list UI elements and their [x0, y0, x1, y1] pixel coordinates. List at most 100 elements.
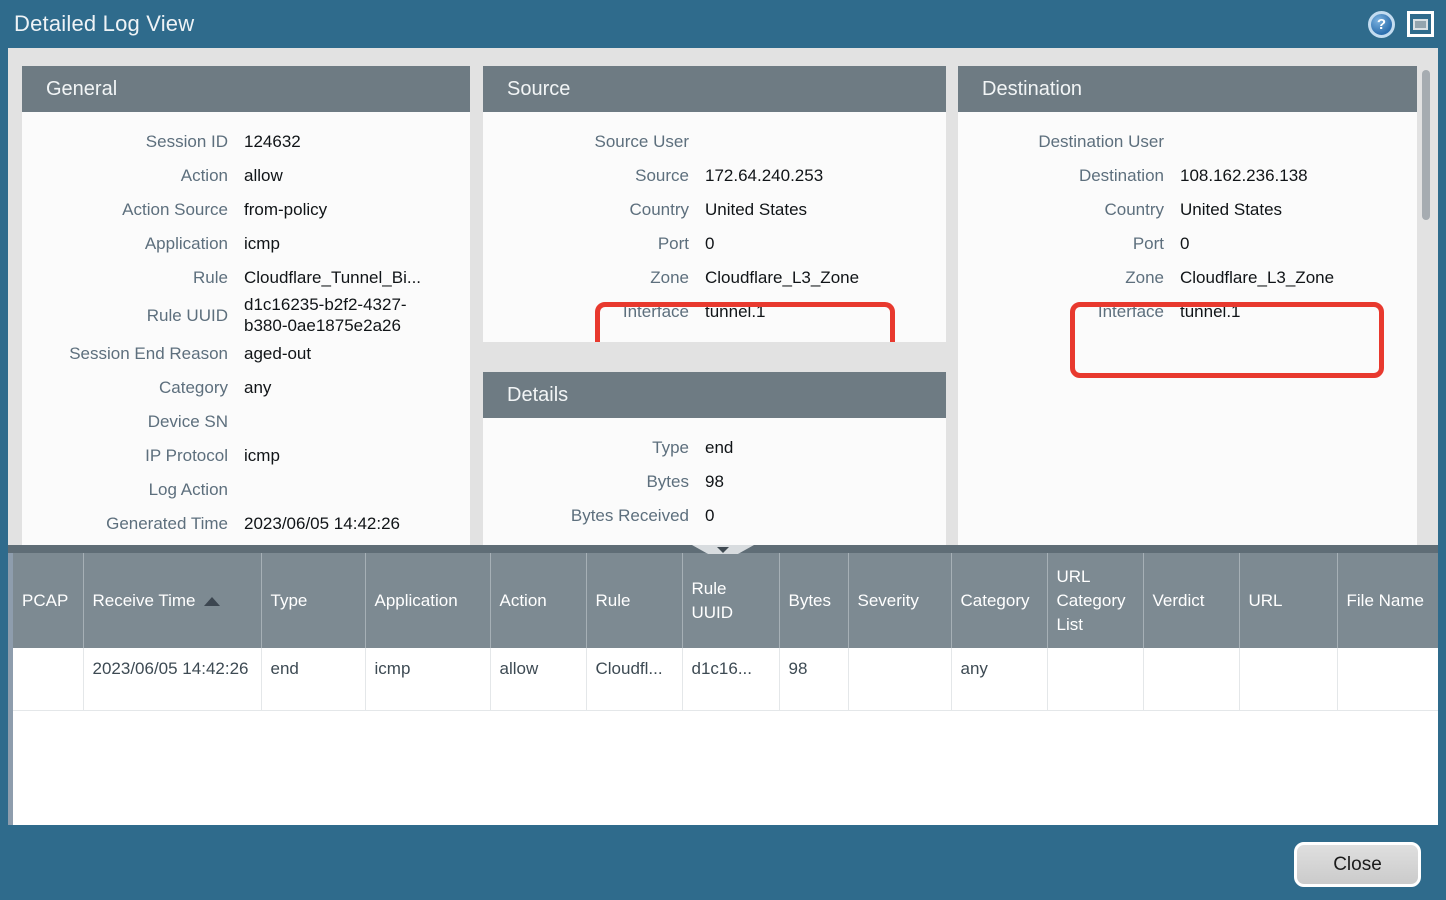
- panel-table-splitter[interactable]: [8, 545, 1438, 553]
- field-label: Interface: [958, 301, 1164, 322]
- field-label: Rule UUID: [22, 305, 228, 326]
- column-header-label: URL Category List: [1057, 567, 1126, 634]
- field-row-device-sn: Device SN: [22, 404, 470, 438]
- column-header-verdict[interactable]: Verdict: [1143, 553, 1239, 648]
- column-header-label: Receive Time: [93, 591, 196, 610]
- column-header-label: Action: [500, 591, 547, 610]
- general-panel-body: Session ID 124632 Action allow Action So…: [22, 112, 470, 540]
- field-label: Generated Time: [22, 513, 228, 534]
- field-label: Country: [958, 199, 1164, 220]
- field-row-session-id: Session ID 124632: [22, 124, 470, 158]
- field-value: 0: [705, 233, 740, 254]
- field-row-bytes-received: Bytes Received 0: [483, 498, 946, 532]
- field-value: from-policy: [244, 199, 353, 220]
- field-row-type: Type end: [483, 430, 946, 464]
- field-label: Zone: [958, 267, 1164, 288]
- field-row-source-port: Port 0: [483, 226, 946, 260]
- field-row-rule: Rule Cloudflare_Tunnel_Bi...: [22, 260, 470, 294]
- field-value: United States: [1180, 199, 1308, 220]
- cell-severity: [848, 648, 951, 710]
- field-value: tunnel.1: [1180, 301, 1267, 322]
- column-header-rule[interactable]: Rule: [586, 553, 682, 648]
- field-row-destination-port: Port 0: [958, 226, 1417, 260]
- column-header-category[interactable]: Category: [951, 553, 1047, 648]
- field-label: Application: [22, 233, 228, 254]
- field-value: icmp: [244, 445, 306, 466]
- column-header-label: File Name: [1347, 591, 1424, 610]
- dialog-content: General Session ID 124632 Action allow A…: [8, 48, 1438, 825]
- field-label: Destination: [958, 165, 1164, 186]
- cell-category: any: [951, 648, 1047, 710]
- field-row-destination-country: Country United States: [958, 192, 1417, 226]
- destination-panel: Destination Destination User Destination…: [958, 66, 1417, 545]
- field-value: 2023/06/05 14:42:26: [244, 513, 426, 534]
- field-row-source-zone: Zone Cloudflare_L3_Zone: [483, 260, 946, 294]
- field-row-category: Category any: [22, 370, 470, 404]
- titlebar-icons: ?: [1368, 11, 1434, 38]
- cell-url-category-list: [1047, 648, 1143, 710]
- cell-rule: Cloudfl...: [586, 648, 682, 710]
- general-panel-header: General: [22, 66, 470, 112]
- help-glyph: ?: [1377, 16, 1386, 33]
- column-header-pcap[interactable]: PCAP: [13, 553, 83, 648]
- detail-panels-area: General Session ID 124632 Action allow A…: [8, 48, 1438, 545]
- field-value: 0: [1180, 233, 1215, 254]
- field-row-destination: Destination 108.162.236.138: [958, 158, 1417, 192]
- details-panel-header: Details: [483, 372, 946, 418]
- column-header-url-category-list[interactable]: URL Category List: [1047, 553, 1143, 648]
- sort-ascending-icon: [204, 597, 220, 606]
- cell-type: end: [261, 648, 365, 710]
- window-restore-icon[interactable]: [1407, 11, 1434, 37]
- column-header-bytes[interactable]: Bytes: [779, 553, 848, 648]
- field-value: tunnel.1: [705, 301, 792, 322]
- column-header-severity[interactable]: Severity: [848, 553, 951, 648]
- field-row-generated-time: Generated Time 2023/06/05 14:42:26: [22, 506, 470, 540]
- field-row-source-country: Country United States: [483, 192, 946, 226]
- column-header-receive-time[interactable]: Receive Time: [83, 553, 261, 648]
- field-row-source-user: Source User: [483, 124, 946, 158]
- field-label: Device SN: [22, 411, 228, 432]
- field-value: 108.162.236.138: [1180, 165, 1334, 186]
- field-row-destination-interface: Interface tunnel.1: [958, 294, 1417, 328]
- dialog-title: Detailed Log View: [14, 11, 194, 37]
- field-label: Action: [22, 165, 228, 186]
- column-header-label: Rule: [596, 591, 631, 610]
- splitter-collapse-handle[interactable]: [692, 545, 754, 554]
- field-label: Bytes: [483, 471, 689, 492]
- field-label: Rule: [22, 267, 228, 288]
- column-header-label: Verdict: [1153, 591, 1205, 610]
- window-restore-icon-inner: [1413, 19, 1428, 30]
- field-value: any: [244, 377, 297, 398]
- cell-pcap: [13, 648, 83, 710]
- field-label: Zone: [483, 267, 689, 288]
- column-header-label: URL: [1249, 591, 1283, 610]
- field-value: allow: [244, 165, 309, 186]
- field-row-destination-user: Destination User: [958, 124, 1417, 158]
- column-header-url[interactable]: URL: [1239, 553, 1337, 648]
- column-header-action[interactable]: Action: [490, 553, 586, 648]
- cell-receive-time: 2023/06/05 14:42:26: [83, 648, 261, 710]
- field-label: Port: [483, 233, 689, 254]
- vertical-scrollbar-thumb[interactable]: [1422, 70, 1430, 220]
- column-header-application[interactable]: Application: [365, 553, 490, 648]
- field-value: 98: [705, 471, 750, 492]
- column-header-file-name[interactable]: File Name: [1337, 553, 1438, 648]
- field-label: Category: [22, 377, 228, 398]
- field-row-bytes: Bytes 98: [483, 464, 946, 498]
- field-label: Bytes Received: [483, 505, 689, 526]
- log-table-area: PCAP Receive Time Type Application Actio…: [8, 553, 1438, 825]
- close-button[interactable]: Close: [1294, 842, 1421, 887]
- table-row[interactable]: 2023/06/05 14:42:26 end icmp allow Cloud…: [13, 648, 1438, 710]
- source-panel: Source Source User Source 172.64.240.253…: [483, 66, 946, 342]
- column-header-rule-uuid[interactable]: Rule UUID: [682, 553, 779, 648]
- field-label: Country: [483, 199, 689, 220]
- column-header-type[interactable]: Type: [261, 553, 365, 648]
- field-row-source: Source 172.64.240.253: [483, 158, 946, 192]
- title-bar: Detailed Log View ?: [0, 0, 1446, 48]
- field-label: Session End Reason: [22, 343, 228, 364]
- field-label: Log Action: [22, 479, 228, 500]
- help-icon[interactable]: ?: [1368, 11, 1395, 38]
- cell-application: icmp: [365, 648, 490, 710]
- field-label: Type: [483, 437, 689, 458]
- cell-verdict: [1143, 648, 1239, 710]
